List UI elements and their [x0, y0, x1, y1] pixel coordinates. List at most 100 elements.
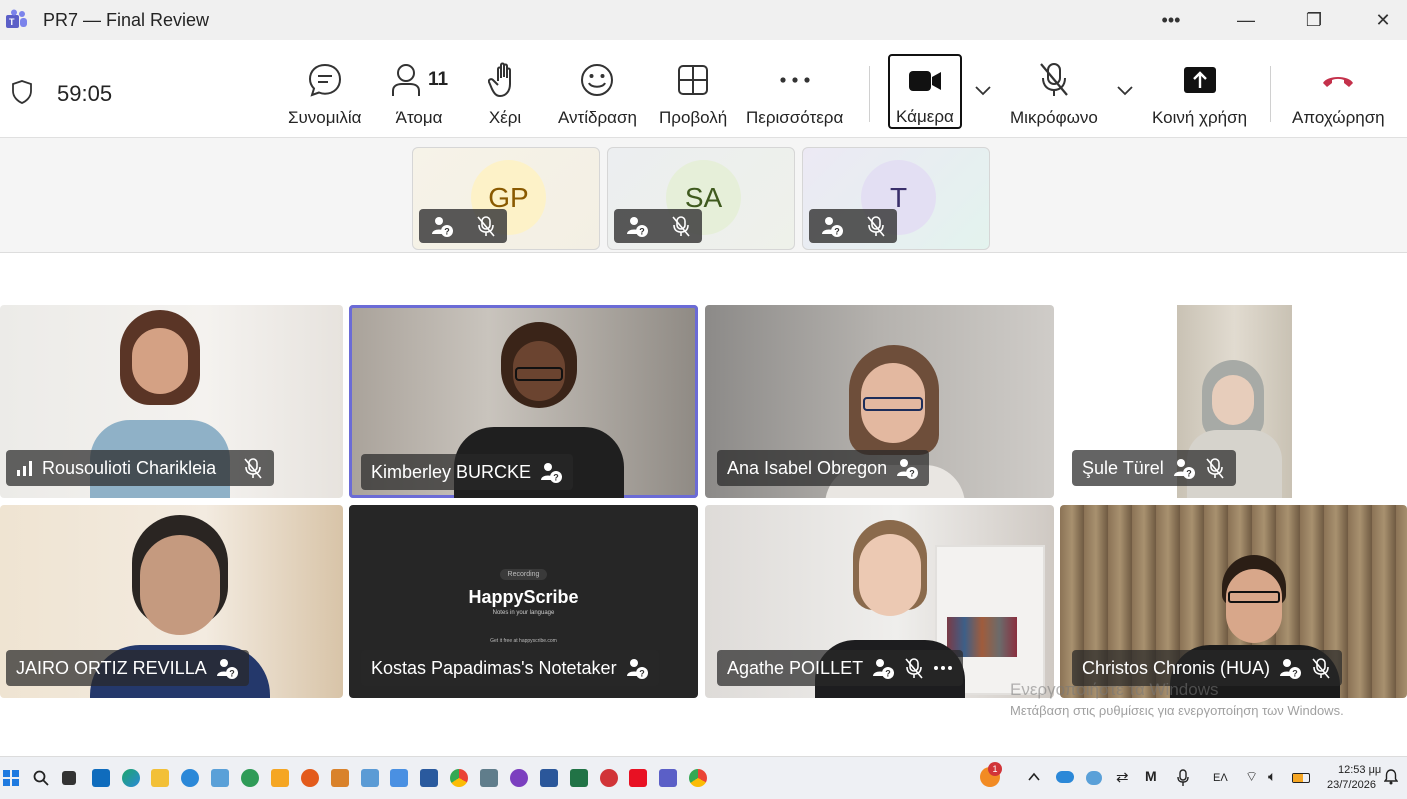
app-icon[interactable] — [420, 769, 438, 787]
name-plate: Ana Isabel Obregon ? — [717, 450, 930, 486]
notification-bell-icon[interactable] — [1384, 769, 1398, 785]
video-tile-rousoulioti[interactable]: Rousoulioti Charikleia — [0, 305, 343, 498]
chevron-up-icon[interactable] — [1028, 772, 1040, 782]
participant-name: JAIRO ORTIZ REVILLA — [16, 657, 207, 678]
shield-icon[interactable] — [10, 79, 34, 105]
share-button[interactable]: Κοινή χρήση — [1152, 60, 1247, 128]
happyscribe-logo: HappyScribe — [468, 587, 579, 607]
minimize-icon: — — [1237, 9, 1255, 30]
camera-options-chevron-down-icon[interactable] — [975, 86, 991, 96]
task-view-icon[interactable] — [62, 771, 76, 785]
view-button[interactable]: Προβολή — [659, 60, 727, 128]
battery-icon[interactable] — [1292, 773, 1310, 783]
svg-text:T: T — [9, 17, 15, 27]
file-explorer-icon[interactable] — [151, 769, 169, 787]
app-icon[interactable] — [271, 769, 289, 787]
mic-off-icon — [476, 216, 495, 237]
search-icon[interactable] — [33, 770, 49, 786]
close-icon: ✕ — [1375, 9, 1391, 30]
clock-time[interactable]: 12:53 μμ — [1338, 764, 1381, 776]
video-tile-ana[interactable]: Ana Isabel Obregon ? — [705, 305, 1054, 498]
window-title: PR7 — Final Review — [43, 10, 210, 30]
video-tile-notetaker[interactable]: Recording HappyScribe Notes in your lang… — [349, 505, 698, 698]
title-bar: T PR7 — Final Review ••• — ❐ ✕ — [0, 0, 1407, 40]
participant-tile-gp[interactable]: GP ? — [412, 147, 600, 250]
teams-logo-icon: T — [6, 9, 27, 28]
app-icon[interactable] — [629, 769, 647, 787]
app-icon[interactable] — [510, 769, 528, 787]
chat-icon — [308, 63, 341, 97]
wifi-icon[interactable]: ⌔ — [1245, 768, 1258, 786]
app-icon[interactable] — [361, 769, 379, 787]
video-tile-agathe[interactable]: Agathe POILLET ? — [705, 505, 1054, 698]
excel-icon[interactable] — [570, 769, 588, 787]
unverified-user-icon: ? — [626, 217, 648, 237]
onedrive-icon[interactable] — [1056, 771, 1074, 783]
camera-button[interactable]: Κάμερα — [888, 54, 962, 129]
cloud-icon[interactable] — [1086, 771, 1102, 785]
microphone-tray-icon[interactable] — [1177, 769, 1189, 787]
more-options-icon[interactable] — [933, 665, 953, 671]
close-button[interactable]: ✕ — [1363, 6, 1403, 34]
chrome-icon[interactable] — [450, 769, 468, 787]
footer-text: Get it free at happyscribe.com — [490, 638, 557, 644]
more-label: Περισσότερα — [746, 108, 844, 127]
video-tile-kimberley[interactable]: Kimberley BURCKE ? — [349, 305, 698, 498]
word-icon[interactable] — [540, 769, 558, 787]
sync-icon[interactable]: ⇄ — [1116, 768, 1129, 786]
hang-up-icon — [1323, 77, 1354, 87]
minimize-button[interactable]: — — [1226, 6, 1266, 34]
teams-taskbar-icon[interactable] — [659, 769, 677, 787]
svg-text:?: ? — [553, 473, 559, 483]
participant-name: Şule Türel — [1082, 457, 1164, 478]
app-icon[interactable] — [600, 769, 618, 787]
maximize-button[interactable]: ❐ — [1294, 6, 1334, 34]
chat-button[interactable]: Συνομιλία — [288, 60, 361, 128]
notetaker-screen: Recording HappyScribe Notes in your lang… — [349, 563, 698, 644]
leave-button[interactable]: Αποχώρηση — [1292, 60, 1385, 128]
svg-text:?: ? — [229, 669, 235, 679]
unverified-user-icon: ? — [541, 463, 563, 483]
language-indicator[interactable]: ΕΛ — [1213, 772, 1228, 784]
firefox-icon[interactable] — [301, 769, 319, 787]
people-button[interactable]: 11 Άτομα — [390, 60, 448, 128]
clock-date[interactable]: 23/7/2026 — [1327, 779, 1376, 791]
volume-icon[interactable]: 🔈︎ — [1268, 768, 1276, 785]
participant-name: Rousoulioti Charikleia — [42, 457, 217, 478]
chrome-icon[interactable] — [689, 769, 707, 787]
raise-hand-button[interactable]: Χέρι — [488, 60, 522, 128]
windows-start-icon[interactable] — [3, 770, 19, 786]
unverified-user-icon: ? — [626, 659, 648, 679]
status-badges: ? — [419, 209, 507, 243]
calculator-icon[interactable] — [480, 769, 498, 787]
app-icon[interactable] — [241, 769, 259, 787]
unverified-user-icon: ? — [873, 659, 895, 679]
app-tray-icon[interactable]: M — [1145, 768, 1157, 784]
people-icon — [392, 64, 420, 96]
meeting-timer: 59:05 — [57, 81, 113, 106]
edge-icon[interactable] — [122, 769, 140, 787]
outlook-icon[interactable] — [92, 769, 110, 787]
mic-off-icon — [1312, 658, 1330, 679]
video-tile-sule[interactable]: Şule Türel ? — [1060, 305, 1407, 498]
people-label: Άτομα — [395, 108, 443, 127]
name-plate: Şule Türel ? — [1072, 450, 1236, 486]
mic-options-chevron-down-icon[interactable] — [1117, 86, 1133, 96]
more-button[interactable]: Περισσότερα — [746, 60, 843, 128]
app-icon[interactable] — [390, 769, 408, 787]
mic-off-icon — [244, 458, 262, 479]
video-tile-jairo[interactable]: JAIRO ORTIZ REVILLA ? — [0, 505, 343, 698]
app-icon[interactable] — [331, 769, 349, 787]
activation-watermark-subtitle: Μετάβαση στις ρυθμίσεις για ενεργοποίηση… — [1010, 703, 1344, 718]
recording-badge: Recording — [499, 569, 548, 580]
participant-name: Kostas Papadimas's Notetaker — [371, 657, 617, 678]
react-button[interactable]: Αντίδραση — [558, 60, 637, 128]
svg-text:?: ? — [639, 669, 645, 679]
more-options-button[interactable]: ••• — [1151, 6, 1191, 34]
participant-tile-sa[interactable]: SA ? — [607, 147, 795, 250]
video-tile-christos[interactable]: Christos Chronis (HUA) ? — [1060, 505, 1407, 698]
microphone-button[interactable]: Μικρόφωνο — [1010, 60, 1098, 128]
participant-tile-t[interactable]: T ? — [802, 147, 990, 250]
app-icon[interactable] — [211, 769, 229, 787]
chat-app-icon[interactable] — [181, 769, 199, 787]
